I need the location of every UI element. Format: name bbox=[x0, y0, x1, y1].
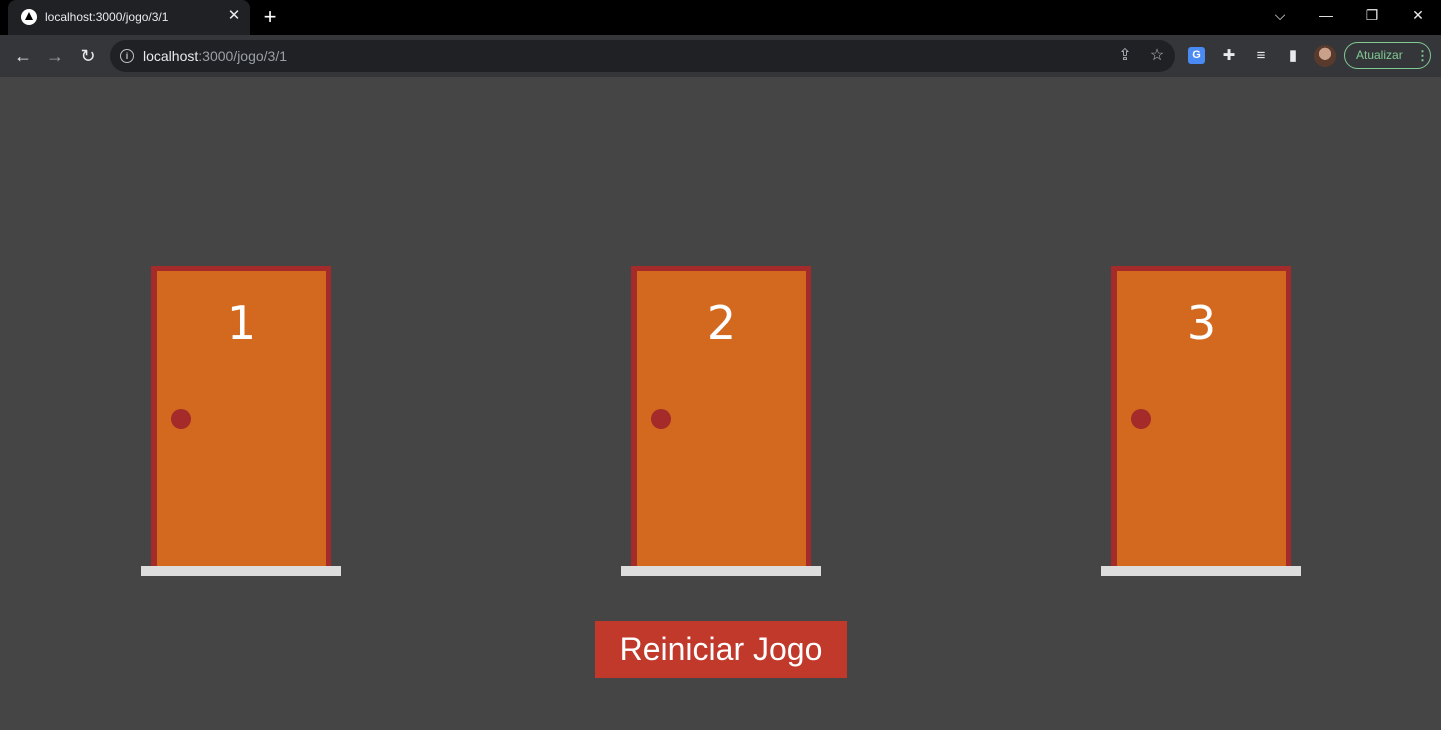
game-page: 1 2 3 Reiniciar Jogo bbox=[0, 77, 1441, 730]
door-floor bbox=[1101, 566, 1301, 576]
update-button-label: Atualizar bbox=[1356, 48, 1403, 62]
door-frame: 2 bbox=[631, 266, 811, 566]
minimize-icon[interactable]: — bbox=[1314, 5, 1338, 25]
media-control-icon[interactable]: ≡ bbox=[1251, 46, 1271, 66]
close-tab-icon[interactable]: ✕ bbox=[226, 8, 242, 24]
restart-game-button[interactable]: Reiniciar Jogo bbox=[595, 621, 847, 678]
restore-icon[interactable]: ❐ bbox=[1360, 5, 1384, 25]
door-panel[interactable]: 3 bbox=[1117, 271, 1286, 566]
extensions-puzzle-icon[interactable]: ✚ bbox=[1219, 46, 1239, 66]
door-floor bbox=[621, 566, 821, 576]
profile-avatar[interactable] bbox=[1314, 45, 1336, 67]
door-frame: 3 bbox=[1111, 266, 1291, 566]
close-window-icon[interactable]: ✕ bbox=[1406, 5, 1430, 25]
tab-title: localhost:3000/jogo/3/1 bbox=[45, 10, 169, 24]
side-panel-icon[interactable]: ▮ bbox=[1283, 46, 1303, 66]
url-text[interactable]: localhost:3000/jogo/3/1 bbox=[143, 48, 287, 64]
bookmark-star-icon[interactable]: ☆ bbox=[1147, 46, 1167, 66]
translate-icon[interactable]: G bbox=[1188, 47, 1205, 64]
door-2[interactable]: 2 bbox=[621, 266, 821, 576]
reload-icon[interactable]: ↻ bbox=[76, 44, 100, 68]
new-tab-icon[interactable]: + bbox=[260, 6, 280, 28]
door-number: 1 bbox=[226, 296, 257, 350]
kebab-menu-icon: ⋮ bbox=[1416, 48, 1429, 63]
browser-tab-strip: localhost:3000/jogo/3/1 ✕ + ⌵ — ❐ ✕ bbox=[0, 0, 1441, 35]
door-floor bbox=[141, 566, 341, 576]
url-host: localhost bbox=[143, 48, 199, 64]
door-panel[interactable]: 1 bbox=[157, 271, 326, 566]
forward-arrow-icon[interactable]: → bbox=[43, 44, 67, 68]
tab-search-icon[interactable]: ⌵ bbox=[1268, 5, 1292, 25]
door-3[interactable]: 3 bbox=[1101, 266, 1301, 576]
browser-toolbar: ← → ↻ i localhost:3000/jogo/3/1 ⇪ ☆ G ✚ … bbox=[0, 35, 1441, 77]
triangle-logo-icon bbox=[21, 9, 37, 25]
door-number: 3 bbox=[1186, 296, 1217, 350]
door-number: 2 bbox=[706, 296, 737, 350]
door-frame: 1 bbox=[151, 266, 331, 566]
share-icon[interactable]: ⇪ bbox=[1115, 46, 1135, 66]
door-knob[interactable] bbox=[1131, 409, 1151, 429]
door-panel[interactable]: 2 bbox=[637, 271, 806, 566]
door-knob[interactable] bbox=[651, 409, 671, 429]
door-1[interactable]: 1 bbox=[141, 266, 341, 576]
browser-tab[interactable]: localhost:3000/jogo/3/1 ✕ bbox=[8, 0, 250, 35]
address-bar[interactable]: i localhost:3000/jogo/3/1 ⇪ ☆ bbox=[110, 40, 1175, 72]
back-arrow-icon[interactable]: ← bbox=[11, 44, 35, 68]
door-knob[interactable] bbox=[171, 409, 191, 429]
url-path: :3000/jogo/3/1 bbox=[198, 48, 288, 64]
info-icon[interactable]: i bbox=[120, 49, 134, 63]
update-button[interactable]: Atualizar ⋮ bbox=[1344, 42, 1431, 69]
